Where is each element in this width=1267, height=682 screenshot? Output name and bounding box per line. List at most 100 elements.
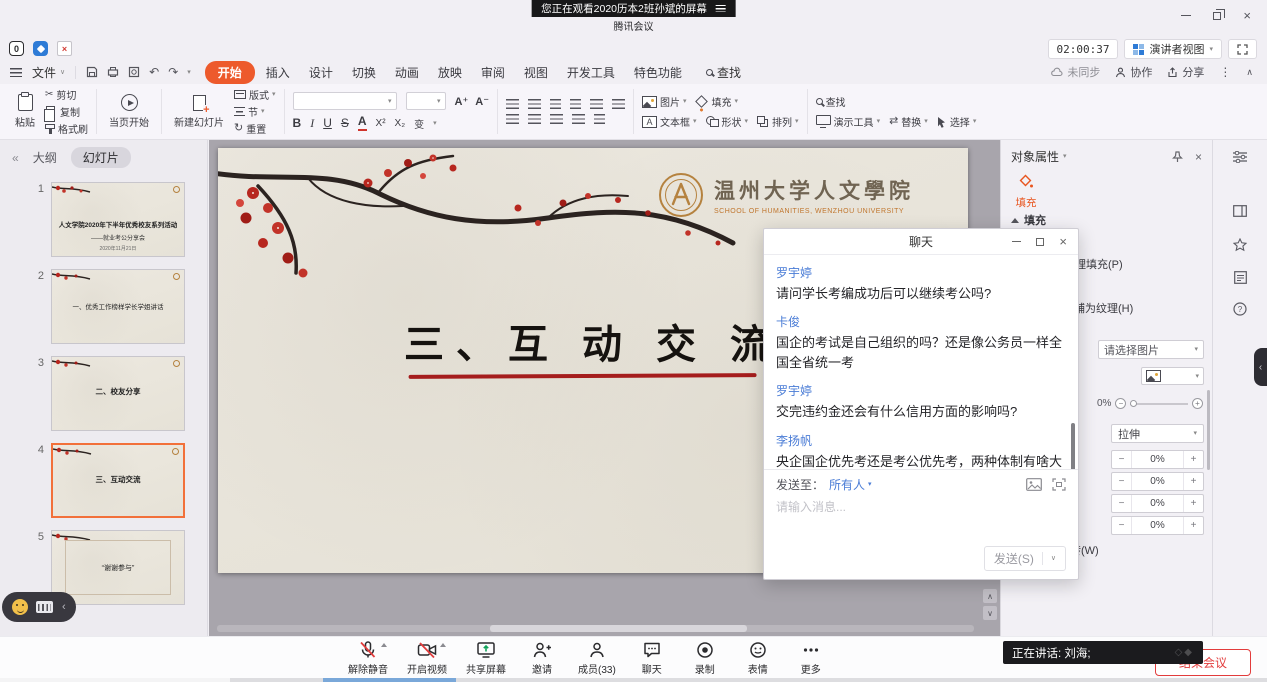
chevron-down-icon[interactable]: ▾ (187, 69, 191, 76)
find-menu-button[interactable]: 查找 (706, 64, 741, 81)
print-preview-icon[interactable] (128, 66, 140, 78)
plus-button[interactable]: + (1183, 451, 1203, 468)
doc-close-icon[interactable]: × (57, 41, 72, 56)
placement-dropdown[interactable]: 拉伸▾ (1111, 424, 1204, 443)
sender-name[interactable]: 罗宇婷 (776, 264, 1066, 281)
chat-titlebar[interactable]: 聊天 × (764, 229, 1078, 255)
picture-button[interactable]: 图片▾ (642, 94, 687, 109)
subscript-button[interactable]: X₂ (395, 118, 406, 129)
fullscreen-button[interactable] (1228, 39, 1257, 59)
fill-tab[interactable]: 填充 (1009, 174, 1043, 210)
collapse-ribbon-icon[interactable]: ∧ (1246, 67, 1253, 78)
collaborate-button[interactable]: 协作 (1115, 64, 1152, 80)
minus-button[interactable]: − (1112, 517, 1132, 534)
reactions-button[interactable]: 表情 (741, 640, 775, 676)
layout-button[interactable]: 版式▾ (234, 87, 276, 102)
hamburger-menu-icon[interactable] (10, 68, 22, 77)
chat-button[interactable]: 聊天 (635, 640, 669, 676)
format-painter-button[interactable]: 格式刷 (45, 121, 88, 136)
slide-thumbnail-3[interactable]: 二、校友分享 (51, 356, 185, 431)
cut-button[interactable]: ✂剪切 (45, 87, 88, 102)
chat-maximize-icon[interactable] (1036, 238, 1044, 246)
plus-button[interactable]: + (1183, 473, 1203, 490)
sync-status[interactable]: 未同步 (1051, 64, 1100, 80)
text-direction-icon[interactable] (612, 99, 625, 109)
pick-image-dropdown[interactable]: 请选择图片▾ (1098, 340, 1204, 359)
new-slide-button[interactable]: 新建幻灯片 (170, 93, 228, 131)
fill-button[interactable]: 填充▾ (696, 94, 739, 109)
sender-name[interactable]: 李扬帆 (776, 432, 1066, 449)
indent-decrease-icon[interactable] (550, 99, 561, 109)
shapes-button[interactable]: 形状▾ (706, 114, 749, 129)
tab-insert[interactable]: 插入 (258, 62, 298, 83)
superscript-button[interactable]: X² (376, 118, 386, 129)
minimize-icon[interactable] (1181, 15, 1191, 17)
plus-button[interactable]: + (1183, 517, 1203, 534)
chat-message-list[interactable]: 罗宇婷 请问学长考编成功后可以继续考公吗? 卡俊 国企的考试是自己组织的吗？还是… (764, 255, 1078, 469)
horizontal-scrollbar[interactable] (217, 625, 974, 632)
notes-icon[interactable] (1231, 268, 1249, 286)
screenshot-icon[interactable] (1052, 478, 1066, 491)
undo-icon[interactable]: ↶ (149, 65, 159, 79)
panel-scrollbar[interactable] (1207, 390, 1210, 470)
help-icon[interactable]: ? (1231, 300, 1249, 318)
tab-transition[interactable]: 切换 (344, 62, 384, 83)
tab-special[interactable]: 特色功能 (626, 62, 690, 83)
tab-design[interactable]: 设计 (301, 62, 341, 83)
paste-button[interactable]: 粘贴 (11, 92, 39, 131)
sender-name[interactable]: 卡俊 (776, 313, 1066, 330)
pane-layout-icon[interactable] (1231, 202, 1249, 220)
numbering-icon[interactable] (528, 99, 541, 109)
members-button[interactable]: 成员(33) (578, 640, 616, 676)
bullets-icon[interactable] (506, 99, 519, 109)
collapse-sidebar-handle[interactable]: ‹ (1254, 348, 1267, 386)
emoji-icon[interactable] (12, 599, 28, 615)
arrange-button[interactable]: 排列▾ (757, 114, 799, 129)
more-button[interactable]: 更多 (794, 640, 828, 676)
align-right-icon[interactable] (550, 114, 563, 124)
close-icon[interactable]: × (1243, 9, 1251, 22)
star-icon[interactable] (1231, 236, 1249, 254)
tab-home[interactable]: 开始 (205, 61, 255, 84)
mic-options-icon[interactable] (381, 643, 387, 647)
collapse-panel-button[interactable]: « (12, 151, 19, 165)
texture-select-dropdown[interactable]: ▾ (1141, 367, 1204, 385)
select-button[interactable]: 选择▾ (937, 114, 977, 129)
send-options-icon[interactable]: ∨ (1051, 555, 1056, 562)
minus-button[interactable]: − (1112, 451, 1132, 468)
adjust-sliders-icon[interactable] (1231, 148, 1249, 166)
play-from-current-button[interactable]: 当页开始 (105, 92, 153, 131)
start-video-button[interactable]: 开启视频 (407, 640, 447, 676)
presentation-tools-button[interactable]: 演示工具▾ (816, 114, 881, 129)
previous-slide-button[interactable]: ∧ (983, 589, 997, 603)
slide-thumbnail-2[interactable]: 一、优秀工作榜样学长学姐讲话 (51, 269, 185, 344)
sender-name[interactable]: 罗宇婷 (776, 382, 1066, 399)
increase-icon[interactable]: + (1192, 398, 1203, 409)
chat-input[interactable] (776, 498, 1066, 544)
share-button[interactable]: 分享 (1167, 64, 1204, 80)
line-spacing-icon[interactable] (590, 99, 603, 109)
send-to-dropdown[interactable]: 所有人▾ (829, 476, 872, 493)
font-family-select[interactable]: ▾ (293, 92, 397, 110)
keyboard-icon[interactable] (36, 601, 53, 613)
blue-app-icon[interactable] (33, 41, 48, 56)
columns-icon[interactable] (594, 114, 605, 124)
section-button[interactable]: 节▾ (234, 104, 276, 119)
font-size-select[interactable]: ▾ (406, 92, 446, 110)
chat-close-icon[interactable]: × (1059, 235, 1067, 248)
tab-review[interactable]: 审阅 (473, 62, 513, 83)
tab-animation[interactable]: 动画 (387, 62, 427, 83)
banner-menu-icon[interactable] (716, 5, 726, 12)
justify-icon[interactable] (572, 114, 585, 124)
reset-button[interactable]: ↻重置 (234, 121, 276, 136)
tab-slides[interactable]: 幻灯片 (71, 147, 131, 168)
close-panel-icon[interactable]: × (1195, 151, 1202, 163)
restore-icon[interactable] (1213, 12, 1221, 20)
print-icon[interactable] (107, 66, 119, 78)
tab-view[interactable]: 视图 (516, 62, 556, 83)
chat-minimize-icon[interactable] (1012, 241, 1021, 242)
pin-icon[interactable] (1172, 151, 1183, 163)
save-icon[interactable] (86, 66, 98, 78)
chevron-left-icon[interactable]: ‹ (62, 601, 66, 613)
video-options-icon[interactable] (440, 643, 446, 647)
